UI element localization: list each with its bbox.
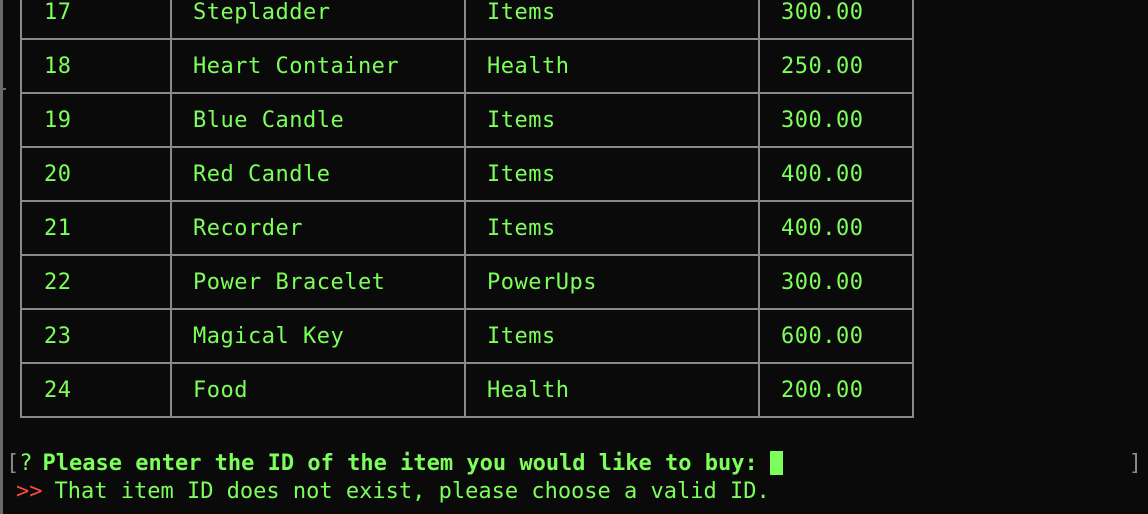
item-name-cell: Food: [170, 362, 466, 418]
table-row: 20 Red Candle Items 400.00: [20, 146, 914, 202]
item-name-cell: Blue Candle: [170, 92, 466, 148]
item-price-cell: 300.00: [758, 0, 914, 40]
prompt-open-bracket: [: [6, 450, 20, 476]
item-category-cell: PowerUps: [464, 254, 760, 310]
items-table: 17 Stepladder Items 300.00 18 Heart Cont…: [20, 0, 914, 418]
prompt-text: Please enter the ID of the item you woul…: [42, 450, 758, 476]
item-id-cell: 24: [20, 362, 172, 418]
window-left-edge: [0, 0, 3, 514]
window-left-mark: [0, 88, 6, 90]
item-name-cell: Power Bracelet: [170, 254, 466, 310]
table-row: 23 Magical Key Items 600.00: [20, 308, 914, 364]
item-name-cell: Red Candle: [170, 146, 466, 202]
table-row: 19 Blue Candle Items 300.00: [20, 92, 914, 148]
error-marker-icon: >>: [16, 478, 43, 504]
item-id-cell: 17: [20, 0, 172, 40]
item-price-cell: 250.00: [758, 38, 914, 94]
terminal-window[interactable]: 17 Stepladder Items 300.00 18 Heart Cont…: [0, 0, 1148, 514]
table-row: 24 Food Health 200.00: [20, 362, 914, 418]
item-name-cell: Stepladder: [170, 0, 466, 40]
item-id-cell: 22: [20, 254, 172, 310]
item-category-cell: Items: [464, 200, 760, 256]
item-price-cell: 400.00: [758, 200, 914, 256]
item-name-cell: Heart Container: [170, 38, 466, 94]
item-price-cell: 300.00: [758, 92, 914, 148]
text-cursor[interactable]: [769, 451, 783, 475]
input-prompt-line[interactable]: [ ? Please enter the ID of the item you …: [6, 449, 783, 477]
item-id-cell: 21: [20, 200, 172, 256]
items-table-container: 17 Stepladder Items 300.00 18 Heart Cont…: [20, 0, 914, 418]
prompt-close-bracket: ]: [1128, 450, 1142, 476]
question-mark-icon: ?: [19, 450, 33, 476]
item-category-cell: Items: [464, 0, 760, 40]
error-text: That item ID does not exist, please choo…: [54, 478, 770, 504]
item-id-cell: 20: [20, 146, 172, 202]
table-row: 18 Heart Container Health 250.00: [20, 38, 914, 94]
item-category-cell: Items: [464, 92, 760, 148]
item-id-cell: 19: [20, 92, 172, 148]
item-price-cell: 600.00: [758, 308, 914, 364]
item-id-cell: 18: [20, 38, 172, 94]
item-name-cell: Recorder: [170, 200, 466, 256]
item-category-cell: Health: [464, 362, 760, 418]
item-id-cell: 23: [20, 308, 172, 364]
item-price-cell: 400.00: [758, 146, 914, 202]
item-category-cell: Health: [464, 38, 760, 94]
item-category-cell: Items: [464, 308, 760, 364]
item-price-cell: 300.00: [758, 254, 914, 310]
table-row: 22 Power Bracelet PowerUps 300.00: [20, 254, 914, 310]
item-category-cell: Items: [464, 146, 760, 202]
item-price-cell: 200.00: [758, 362, 914, 418]
table-row: 17 Stepladder Items 300.00: [20, 0, 914, 40]
table-row: 21 Recorder Items 400.00: [20, 200, 914, 256]
error-message-line: >> That item ID does not exist, please c…: [16, 477, 770, 505]
item-name-cell: Magical Key: [170, 308, 466, 364]
